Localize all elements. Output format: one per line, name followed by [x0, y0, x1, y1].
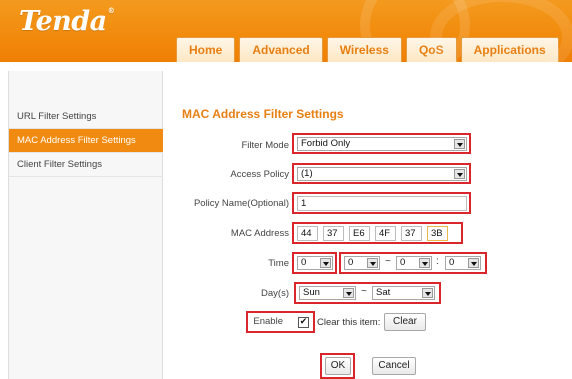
main-nav-tabs: Home Advanced Wireless QoS Applications — [176, 37, 559, 62]
time-start-hour-select[interactable]: 0 — [297, 256, 333, 270]
mac-octet-1-input[interactable]: 44 — [297, 226, 318, 241]
enable-checkbox[interactable]: ✔ — [298, 317, 309, 328]
mac-address-label: MAC Address — [230, 228, 289, 239]
days-label: Day(s) — [261, 288, 289, 299]
tab-advanced[interactable]: Advanced — [239, 37, 323, 62]
clear-item-label: Clear this item: — [317, 317, 381, 328]
header-bar: Tenda® Home Advanced Wireless QoS Applic… — [0, 0, 572, 62]
time-start-minute-select[interactable]: 0 — [344, 256, 380, 270]
access-policy-select[interactable]: (1) — [297, 167, 467, 181]
chevron-down-icon — [468, 258, 479, 268]
time-start-hour-value: 0 — [301, 257, 307, 268]
chevron-down-icon — [454, 139, 465, 149]
day-from-value: Sun — [303, 287, 320, 298]
mac-octet-3-input[interactable]: E6 — [349, 226, 370, 241]
day-to-select[interactable]: Sat — [372, 286, 435, 300]
chevron-down-icon — [422, 288, 433, 298]
filter-mode-label: Filter Mode — [241, 140, 289, 151]
sidebar-item-mac-filter[interactable]: MAC Address Filter Settings — [9, 129, 164, 153]
mac-octet-5-input[interactable]: 37 — [401, 226, 422, 241]
sidebar: URL Filter Settings MAC Address Filter S… — [8, 71, 164, 379]
access-policy-label: Access Policy — [230, 169, 289, 180]
tab-applications[interactable]: Applications — [460, 37, 559, 62]
time-end-minute-select[interactable]: 0 — [445, 256, 481, 270]
policy-name-label: Policy Name(Optional) — [193, 198, 289, 209]
filter-mode-value: Forbid Only — [301, 138, 351, 149]
chevron-down-icon — [320, 258, 331, 268]
time-colon-2: : — [436, 256, 439, 267]
sidebar-item-client-filter[interactable]: Client Filter Settings — [9, 153, 164, 177]
mac-octet-2-input[interactable]: 37 — [323, 226, 344, 241]
cancel-button[interactable]: Cancel — [372, 357, 416, 375]
time-end-hour-select[interactable]: 0 — [396, 256, 432, 270]
logo-registered-mark: ® — [107, 6, 115, 15]
time-label: Time — [268, 258, 289, 269]
main-panel: MAC Address Filter Settings Filter Mode … — [163, 71, 572, 379]
page-title: MAC Address Filter Settings — [182, 107, 344, 121]
chevron-down-icon — [419, 258, 430, 268]
policy-name-input[interactable]: 1 — [297, 196, 467, 211]
tenda-logo: Tenda® — [19, 6, 115, 37]
filter-mode-select[interactable]: Forbid Only — [297, 137, 467, 151]
time-range-tilde: ~ — [385, 256, 391, 267]
time-end-minute-value: 0 — [449, 257, 455, 268]
day-range-tilde: ~ — [361, 286, 367, 297]
access-policy-value: (1) — [301, 168, 313, 179]
mac-octet-6-input[interactable]: 3B — [427, 226, 448, 241]
ok-button[interactable]: OK — [325, 357, 351, 375]
mac-octet-4-input[interactable]: 4F — [375, 226, 396, 241]
chevron-down-icon — [454, 169, 465, 179]
logo-text: Tenda — [19, 6, 107, 37]
sidebar-item-url-filter[interactable]: URL Filter Settings — [9, 105, 164, 129]
tab-qos[interactable]: QoS — [405, 37, 457, 62]
day-from-select[interactable]: Sun — [299, 286, 356, 300]
time-end-hour-value: 0 — [400, 257, 406, 268]
chevron-down-icon — [343, 288, 354, 298]
day-to-value: Sat — [376, 287, 391, 298]
time-start-minute-value: 0 — [348, 257, 354, 268]
tab-home[interactable]: Home — [176, 37, 236, 62]
chevron-down-icon — [367, 258, 378, 268]
tab-wireless[interactable]: Wireless — [326, 37, 402, 62]
clear-button[interactable]: Clear — [384, 313, 426, 331]
enable-label: Enable — [253, 316, 283, 327]
